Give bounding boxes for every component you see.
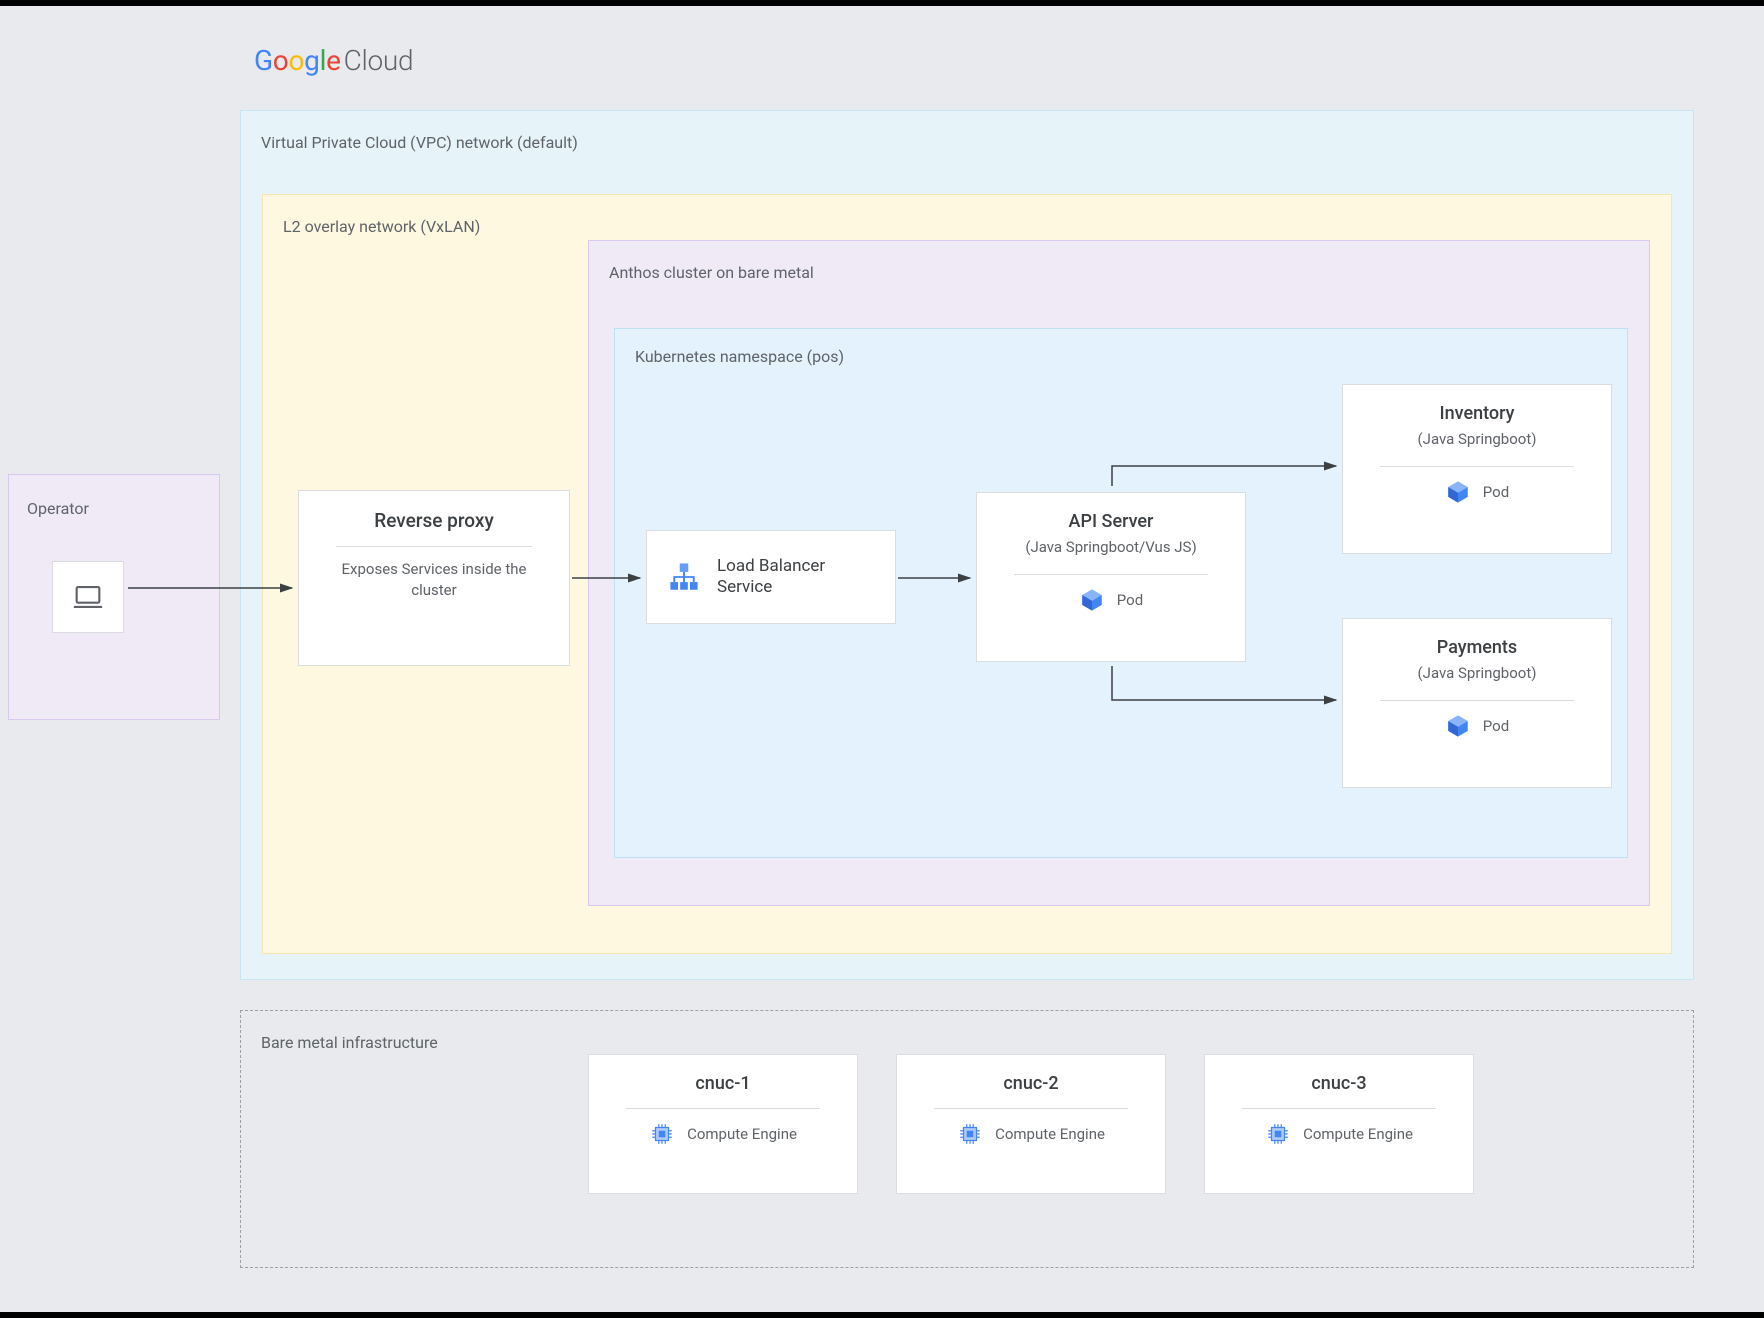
cnuc2-card: cnuc-2 Compute Engine [896,1054,1166,1194]
cnuc2-title: cnuc-2 [1003,1073,1058,1094]
compute-engine-icon [649,1121,675,1147]
reverse-proxy-desc: Exposes Services inside the cluster [319,559,549,601]
reverse-proxy-title: Reverse proxy [374,509,494,532]
lb-line1: Load Balancer [717,556,825,577]
api-sub: (Java Springboot/Vus JS) [1025,538,1196,556]
vpc-label: Virtual Private Cloud (VPC) network (def… [261,133,1673,152]
cnuc1-card: cnuc-1 Compute Engine [588,1054,858,1194]
lb-line2: Service [717,577,825,598]
inv-title: Inventory [1440,403,1515,424]
inv-badge: Pod [1483,483,1509,501]
cnuc2-badge: Compute Engine [995,1125,1105,1143]
operator-laptop-box [52,561,124,633]
pod-icon [1445,713,1471,739]
anthos-label: Anthos cluster on bare metal [609,263,1629,282]
cnuc1-title: cnuc-1 [695,1073,750,1094]
api-title: API Server [1069,511,1154,532]
inv-sub: (Java Springboot) [1418,430,1537,448]
api-server-card: API Server (Java Springboot/Vus JS) Pod [976,492,1246,662]
google-cloud-logo: GoogleCloud [254,44,413,77]
compute-engine-icon [957,1121,983,1147]
api-badge: Pod [1117,591,1143,609]
cnuc3-card: cnuc-3 Compute Engine [1204,1054,1474,1194]
pay-title: Payments [1437,637,1517,658]
inventory-card: Inventory (Java Springboot) Pod [1342,384,1612,554]
operator-label: Operator [27,499,201,518]
cnuc3-badge: Compute Engine [1303,1125,1413,1143]
payments-card: Payments (Java Springboot) Pod [1342,618,1612,788]
pod-icon [1445,479,1471,505]
pay-badge: Pod [1483,717,1509,735]
namespace-label: Kubernetes namespace (pos) [635,347,1607,366]
compute-engine-icon [1265,1121,1291,1147]
load-balancer-card: Load Balancer Service [646,530,896,624]
bare-label: Bare metal infrastructure [261,1033,1673,1052]
cnuc3-title: cnuc-3 [1311,1073,1366,1094]
reverse-proxy-card: Reverse proxy Exposes Services inside th… [298,490,570,666]
diagram-canvas: GoogleCloud Virtual Private Cloud (VPC) … [0,6,1764,1312]
load-balancer-icon [667,560,701,594]
pod-icon [1079,587,1105,613]
laptop-icon [71,580,105,614]
cnuc1-badge: Compute Engine [687,1125,797,1143]
pay-sub: (Java Springboot) [1418,664,1537,682]
l2-label: L2 overlay network (VxLAN) [283,217,1651,236]
